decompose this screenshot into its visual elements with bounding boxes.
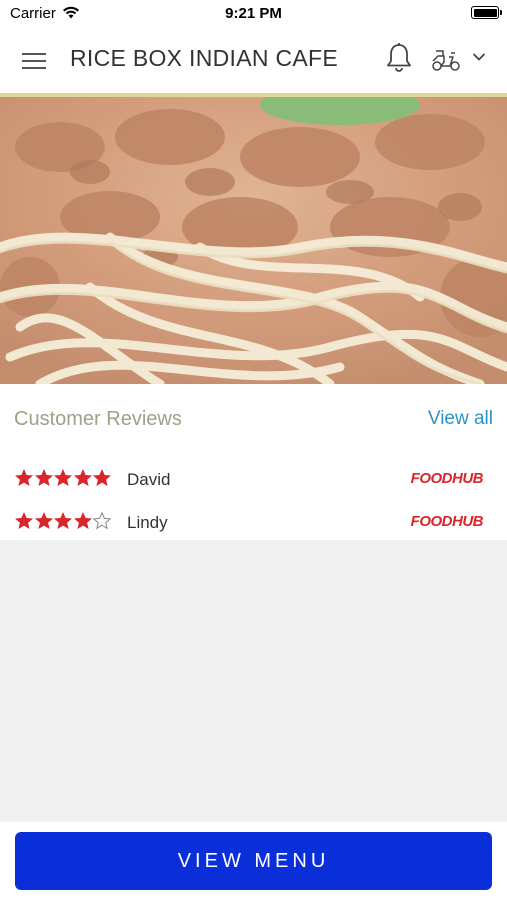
star-filled-icon — [54, 512, 72, 529]
view-menu-button[interactable]: VIEW MENU — [15, 832, 492, 890]
chevron-down-icon[interactable] — [472, 52, 486, 62]
hero-food-image — [0, 97, 507, 384]
foodhub-logo: FOODHUB — [410, 470, 484, 487]
star-filled-icon — [15, 512, 33, 529]
star-empty-icon — [92, 511, 112, 530]
review-item: Lindy FOODHUB — [0, 511, 507, 545]
reviewer-name: Lindy — [127, 513, 168, 532]
bottom-bar: VIEW MENU — [0, 822, 507, 900]
reviews-heading: Customer Reviews — [14, 408, 182, 430]
customer-reviews-section: Customer Reviews View all David FOODHUB … — [0, 384, 507, 540]
reviewer-name: David — [127, 470, 171, 489]
star-filled-icon — [15, 469, 33, 486]
bell-icon[interactable] — [385, 42, 413, 74]
view-all-link[interactable]: View all — [428, 408, 493, 430]
app-header: RICE BOX INDIAN CAFE — [0, 26, 507, 93]
spaghetti-illustration — [0, 97, 507, 384]
status-bar: Carrier 9:21 PM — [0, 0, 507, 26]
star-filled-icon — [93, 469, 111, 486]
foodhub-logo: FOODHUB — [410, 513, 484, 530]
review-item: David FOODHUB — [0, 468, 507, 502]
star-filled-icon — [54, 469, 72, 486]
scooter-icon[interactable] — [430, 46, 462, 72]
hamburger-menu-icon[interactable] — [22, 50, 48, 70]
restaurant-title: RICE BOX INDIAN CAFE — [70, 45, 338, 71]
clock: 9:21 PM — [225, 5, 282, 22]
star-filled-icon — [34, 469, 53, 486]
star-filled-icon — [34, 512, 53, 529]
star-rating — [14, 468, 112, 493]
star-rating — [14, 511, 112, 536]
star-filled-icon — [73, 469, 92, 486]
star-filled-icon — [73, 512, 92, 529]
battery-icon — [471, 6, 502, 19]
